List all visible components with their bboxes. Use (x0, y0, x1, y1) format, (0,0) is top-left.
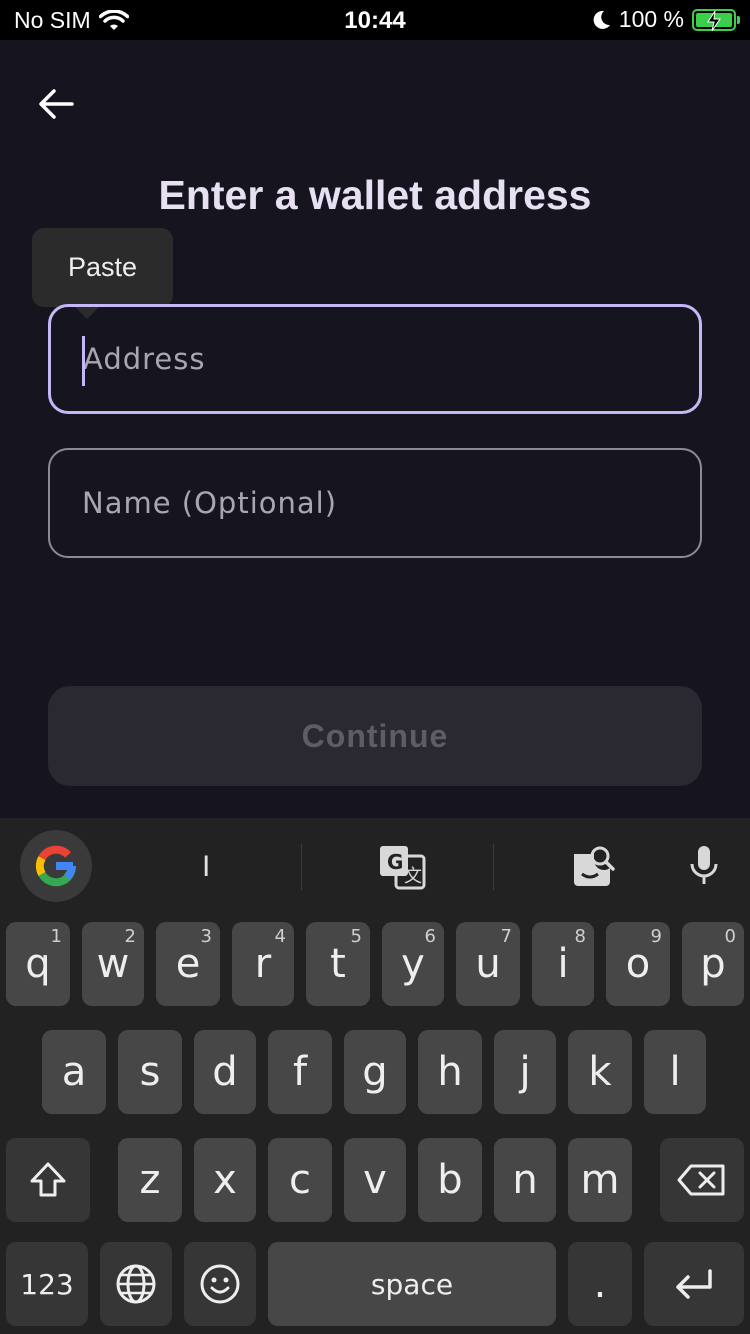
svg-text:G: G (387, 850, 403, 874)
key-label: p (700, 941, 726, 987)
key-number-hint: 6 (424, 926, 436, 947)
emoji-search-button[interactable] (570, 844, 616, 895)
key-l[interactable]: l (644, 1030, 706, 1114)
key-number-hint: 9 (650, 926, 662, 947)
name-field[interactable] (48, 448, 702, 558)
continue-button[interactable]: Continue (48, 686, 702, 786)
voice-input-button[interactable] (688, 844, 720, 893)
key-number-hint: 4 (274, 926, 286, 947)
enter-key[interactable] (644, 1242, 744, 1326)
back-button[interactable] (34, 82, 78, 126)
key-b[interactable]: b (418, 1138, 482, 1222)
status-bar: No SIM 10:44 100 % (0, 0, 750, 40)
key-v[interactable]: v (344, 1138, 406, 1222)
microphone-icon (690, 846, 718, 884)
sticker-search-icon (574, 846, 615, 886)
key-k[interactable]: k (568, 1030, 632, 1114)
enter-icon (676, 1269, 712, 1299)
emoji-key[interactable] (184, 1242, 256, 1326)
key-label: y (401, 941, 425, 987)
key-label: i (557, 941, 569, 987)
key-e[interactable]: e3 (156, 922, 220, 1006)
key-number-hint: 5 (350, 926, 362, 947)
key-label: t (330, 941, 346, 987)
text-caret (82, 336, 85, 386)
page-title: Enter a wallet address (158, 172, 592, 218)
key-q[interactable]: q1 (6, 922, 70, 1006)
shift-key[interactable] (6, 1138, 90, 1222)
google-button[interactable] (20, 830, 92, 902)
key-c[interactable]: c (268, 1138, 332, 1222)
key-i[interactable]: i8 (532, 922, 594, 1006)
svg-text:文: 文 (404, 866, 422, 887)
address-input[interactable] (83, 342, 663, 376)
key-number-hint: 1 (50, 926, 62, 947)
keyboard: I G 文 q1 w 2 e 3 r 4 t 5 y 6 u 7 i 8 o 9… (0, 818, 750, 1334)
numbers-key[interactable]: 123 (6, 1242, 88, 1326)
suggestion-item[interactable]: I (202, 850, 210, 884)
key-label: r (254, 941, 272, 987)
key-label: u (475, 941, 501, 987)
key-s[interactable]: s (118, 1030, 182, 1114)
space-key[interactable]: space (268, 1242, 556, 1326)
key-label: q (25, 941, 51, 987)
key-y[interactable]: y6 (382, 922, 444, 1006)
period-key[interactable]: . (568, 1242, 632, 1326)
arrow-left-icon (39, 89, 74, 119)
key-w[interactable]: w2 (82, 922, 144, 1006)
key-number-hint: 2 (124, 926, 136, 947)
paste-label: Paste (67, 252, 138, 282)
backspace-icon (677, 1164, 725, 1196)
battery-icon (692, 8, 740, 31)
battery-percent: 100 % (618, 6, 684, 32)
translate-button[interactable]: G 文 (378, 844, 426, 895)
keyboard-toolbar: I G 文 (0, 818, 750, 918)
toolbar-divider (493, 844, 494, 890)
key-n[interactable]: n (494, 1138, 556, 1222)
key-number-hint: 8 (574, 926, 586, 947)
key-label: o (625, 941, 651, 987)
key-x[interactable]: x (194, 1138, 256, 1222)
key-r[interactable]: r4 (232, 922, 294, 1006)
name-input[interactable] (82, 486, 662, 520)
key-m[interactable]: m (568, 1138, 632, 1222)
key-a[interactable]: a (42, 1030, 106, 1114)
key-f[interactable]: f (268, 1030, 332, 1114)
key-number-hint: 0 (724, 926, 736, 947)
globe-icon (116, 1264, 156, 1304)
status-right: 100 % (591, 6, 740, 33)
google-icon (35, 845, 77, 887)
moon-icon (593, 10, 610, 29)
key-label: e (175, 941, 201, 987)
key-g[interactable]: g (344, 1030, 406, 1114)
translate-icon: G 文 (380, 846, 426, 890)
backspace-key[interactable] (660, 1138, 744, 1222)
key-z[interactable]: z (118, 1138, 182, 1222)
key-number-hint: 7 (500, 926, 512, 947)
key-d[interactable]: d (194, 1030, 256, 1114)
key-u[interactable]: u7 (456, 922, 520, 1006)
key-j[interactable]: j (494, 1030, 556, 1114)
key-number-hint: 3 (200, 926, 212, 947)
key-o[interactable]: o9 (606, 922, 670, 1006)
language-key[interactable] (100, 1242, 172, 1326)
key-label: w (96, 941, 130, 987)
key-t[interactable]: t5 (306, 922, 370, 1006)
key-p[interactable]: p0 (682, 922, 744, 1006)
key-h[interactable]: h (418, 1030, 482, 1114)
paste-tooltip[interactable]: Paste (32, 228, 173, 319)
smiley-icon (200, 1264, 240, 1304)
shift-icon (30, 1162, 66, 1197)
toolbar-divider (301, 844, 302, 890)
address-field[interactable] (48, 304, 702, 414)
